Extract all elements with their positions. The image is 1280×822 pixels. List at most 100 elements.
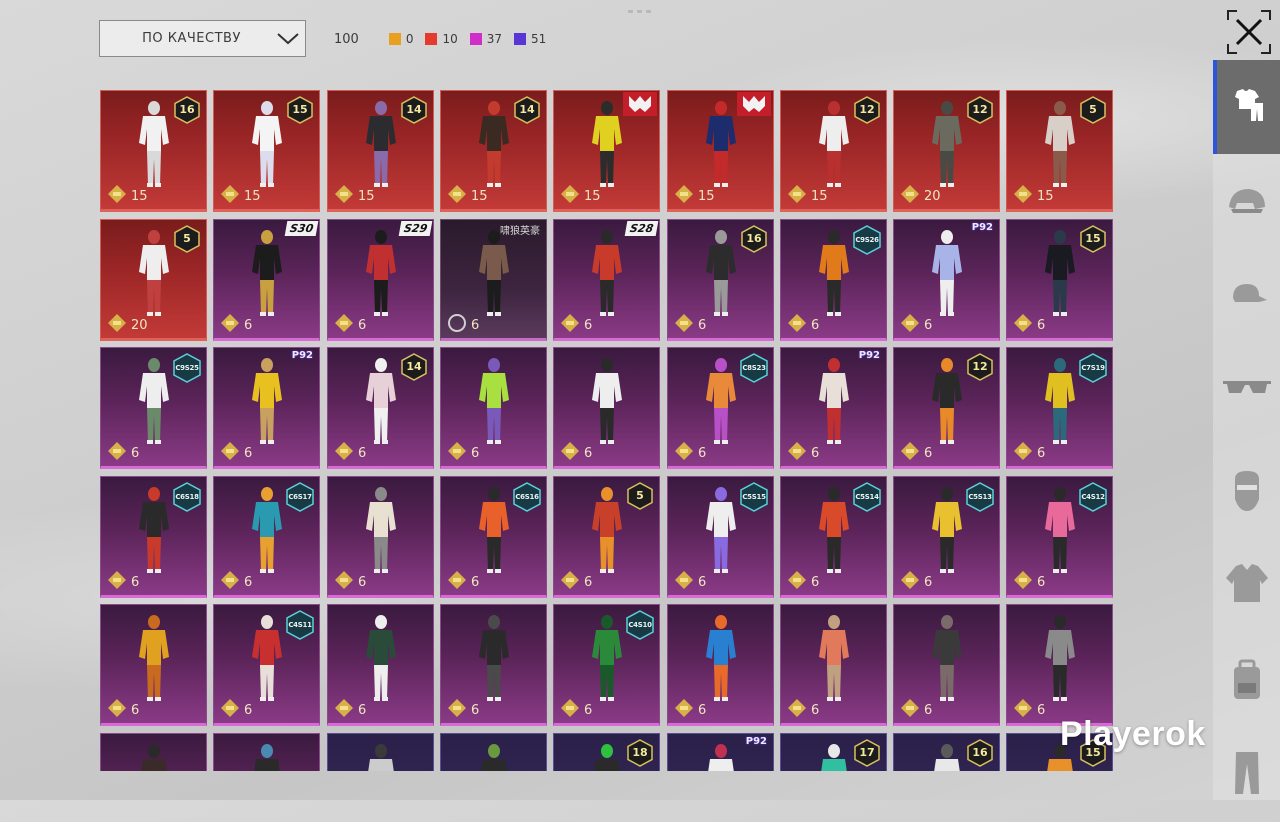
outfit-card[interactable] (327, 733, 434, 771)
outfit-preview-image (576, 356, 638, 448)
outfit-card[interactable]: C9S26 6 (780, 219, 887, 341)
price-value: 6 (924, 574, 933, 590)
coin-icon (334, 313, 354, 337)
outfit-card[interactable]: C4S12 6 (1006, 476, 1113, 598)
price-tag: 6 (674, 571, 706, 592)
outfit-card[interactable] (213, 733, 320, 771)
outfit-card[interactable]: 14 6 (327, 347, 434, 469)
outfit-card[interactable]: C6S18 6 (100, 476, 207, 598)
sidebar-tab-helmet[interactable] (1213, 158, 1280, 252)
outfit-card[interactable]: 14 15 (327, 90, 434, 212)
outfit-card[interactable]: 12 6 (893, 347, 1000, 469)
coin-icon (787, 441, 807, 465)
outfit-card[interactable]: 6 (553, 347, 660, 469)
outfit-card[interactable]: C4S11 6 (213, 604, 320, 726)
price-tag: 15 (787, 184, 828, 208)
price-value: 6 (811, 317, 820, 333)
season-badge-label: C5S13 (968, 493, 992, 501)
season-tag-label: S29 (398, 221, 433, 236)
outfit-card[interactable]: S29 6 (327, 219, 434, 341)
outfit-card[interactable]: 6 (327, 476, 434, 598)
autobot-logo-icon (737, 92, 771, 119)
outfit-card[interactable]: 6 (1006, 604, 1113, 726)
outfit-card[interactable]: C6S17 6 (213, 476, 320, 598)
outfit-grid[interactable]: 16 15 15 15 14 15 14 15 15 15 12 15 12 20 5 15 5 20 S30 6 S2… (100, 90, 1114, 771)
coin-icon (334, 570, 354, 594)
outfit-card[interactable]: 5 15 (1006, 90, 1113, 212)
price-tag: 6 (674, 442, 706, 463)
outfit-card[interactable]: 16 6 (667, 219, 774, 341)
outfit-card[interactable]: 16 15 (100, 90, 207, 212)
outfit-card[interactable]: 12 15 (780, 90, 887, 212)
outfit-card[interactable]: 6 (667, 604, 774, 726)
level-badge-icon: 17 (854, 739, 880, 767)
sidebar-tab-jacket[interactable] (1213, 538, 1280, 632)
outfit-preview-image (350, 485, 412, 577)
outfit-card[interactable]: 6 (327, 604, 434, 726)
outfit-card[interactable]: P92 6 (893, 219, 1000, 341)
sidebar-tab-outfit[interactable] (1213, 60, 1280, 154)
price-value: 6 (358, 317, 367, 333)
outfit-card[interactable]: 56 (553, 476, 660, 598)
sidebar-tab-cap[interactable] (1213, 250, 1280, 344)
outfit-card[interactable]: 14 15 (440, 90, 547, 212)
outfit-card[interactable]: S30 6 (213, 219, 320, 341)
coin-icon (220, 570, 240, 594)
close-button[interactable] (1227, 10, 1271, 54)
outfit-card[interactable]: C8S23 6 (667, 347, 774, 469)
outfit-card[interactable]: 15 15 (213, 90, 320, 212)
outfit-card[interactable]: C7S19 6 (1006, 347, 1113, 469)
outfit-card[interactable]: 6 (440, 347, 547, 469)
price-value: 15 (698, 188, 715, 204)
outfit-card[interactable]: 6 (440, 604, 547, 726)
outfit-card[interactable]: 16 (893, 733, 1000, 771)
outfit-card[interactable]: P92 6 (780, 347, 887, 469)
price-tag: 6 (220, 699, 253, 720)
outfit-card[interactable] (100, 733, 207, 771)
outfit-card[interactable]: P92 (667, 733, 774, 771)
outfit-card[interactable]: C5S14 6 (780, 476, 887, 598)
outfit-card[interactable]: C5S13 6 (893, 476, 1000, 598)
sidebar-tab-glasses[interactable] (1213, 342, 1280, 436)
sort-dropdown[interactable]: ПО КАЧЕСТВУ (99, 20, 306, 57)
outfit-card[interactable]: 12 20 (893, 90, 1000, 212)
outfit-card[interactable]: C9S25 6 (100, 347, 207, 469)
backpack-icon (1228, 659, 1266, 707)
outfit-card[interactable]: C4S10 6 (553, 604, 660, 726)
outfit-card[interactable]: S28 6 (553, 219, 660, 341)
outfit-card[interactable]: 6 (780, 604, 887, 726)
price-tag: 6 (334, 441, 366, 465)
sidebar-tab-backpack[interactable] (1213, 636, 1280, 730)
outfit-card[interactable] (440, 733, 547, 771)
coin-icon (787, 184, 807, 208)
drag-handle[interactable] (628, 10, 651, 13)
outfit-card[interactable]: 啸狼英豪 6 (440, 219, 547, 341)
outfit-card[interactable]: 15 (667, 90, 774, 212)
outfit-card[interactable]: 6 (893, 604, 1000, 726)
outfit-card[interactable]: 5 20 (100, 219, 207, 341)
coin-icon (900, 441, 920, 465)
price-tag: 6 (447, 314, 479, 335)
price-value: 6 (584, 574, 593, 590)
price-value: 6 (584, 702, 593, 718)
level-badge-icon: 15 (1080, 225, 1106, 253)
category-sidebar (1213, 60, 1280, 800)
collab-tag-label: 啸狼英豪 (500, 226, 540, 237)
outfit-card[interactable]: 17 (780, 733, 887, 771)
outfit-card[interactable]: C5S15 6 (667, 476, 774, 598)
outfit-card[interactable]: 6 (100, 604, 207, 726)
outfit-card[interactable]: C6S16 6 (440, 476, 547, 598)
outfit-card[interactable]: P92 6 (213, 347, 320, 469)
sidebar-tab-mask[interactable] (1213, 446, 1280, 540)
coin-icon (334, 441, 354, 465)
sidebar-tab-pants[interactable] (1213, 728, 1280, 822)
outfit-card[interactable]: 15 6 (1006, 219, 1113, 341)
price-value: 6 (244, 317, 253, 333)
outfit-card[interactable]: 15 (553, 90, 660, 212)
price-value: 6 (244, 702, 253, 718)
outfit-card[interactable]: 18 (553, 733, 660, 771)
season-badge-icon: C5S13 (965, 482, 995, 512)
price-value: 6 (1037, 702, 1046, 718)
level-badge-number: 5 (1089, 103, 1097, 116)
season-badge-label: C9S26 (855, 236, 879, 244)
